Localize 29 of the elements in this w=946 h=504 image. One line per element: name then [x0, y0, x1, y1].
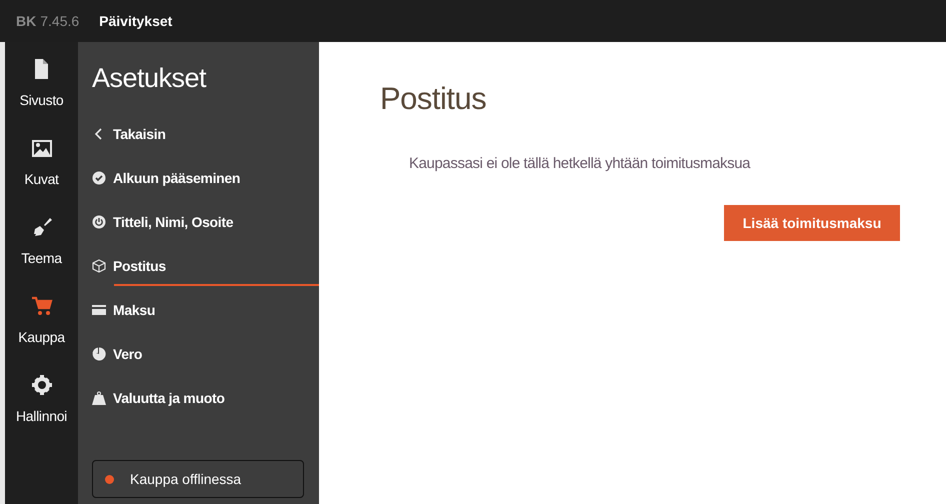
settings-menu-item[interactable]: Titteli, Nimi, Osoite [92, 200, 319, 244]
add-shipping-fee-button[interactable]: Lisää toimitusmaksu [724, 205, 900, 241]
logo: BK [16, 12, 36, 30]
empty-message: Kaupassasi ei ole tällä hetkellä yhtään toimitusmaksua [409, 154, 752, 174]
gear-icon [30, 374, 52, 396]
credit-card-icon [92, 303, 106, 317]
check-circle-icon [92, 171, 106, 185]
power-icon [92, 215, 106, 229]
rail-item[interactable]: Sivusto [20, 58, 64, 111]
cart-icon [30, 295, 52, 317]
package-icon [92, 259, 106, 273]
weight-icon [92, 391, 106, 405]
updates-link[interactable]: Päivitykset [99, 10, 172, 32]
rail-item[interactable]: Kauppa [18, 295, 65, 348]
settings-menu-item[interactable]: Vero [92, 332, 319, 376]
rail-item[interactable]: Kuvat [24, 137, 59, 190]
panel-title: Asetukset [92, 62, 208, 95]
rail-item[interactable]: Teema [21, 216, 62, 269]
page-title: Postitus [380, 80, 488, 118]
settings-menu-item[interactable]: Postitus [92, 244, 319, 288]
settings-menu-item[interactable]: Valuutta ja muoto [92, 376, 319, 420]
store-status-button[interactable]: Kauppa offlinessa [92, 460, 304, 498]
version-label: 7.45.6 [40, 12, 80, 30]
rail-item[interactable]: Hallinnoi [16, 374, 67, 427]
image-icon [30, 137, 52, 159]
pie-chart-icon [92, 347, 106, 361]
settings-menu-item[interactable]: Alkuun pääseminen [92, 156, 319, 200]
settings-menu-item[interactable]: Maksu [92, 288, 319, 332]
back-link[interactable]: Takaisin [92, 112, 319, 156]
